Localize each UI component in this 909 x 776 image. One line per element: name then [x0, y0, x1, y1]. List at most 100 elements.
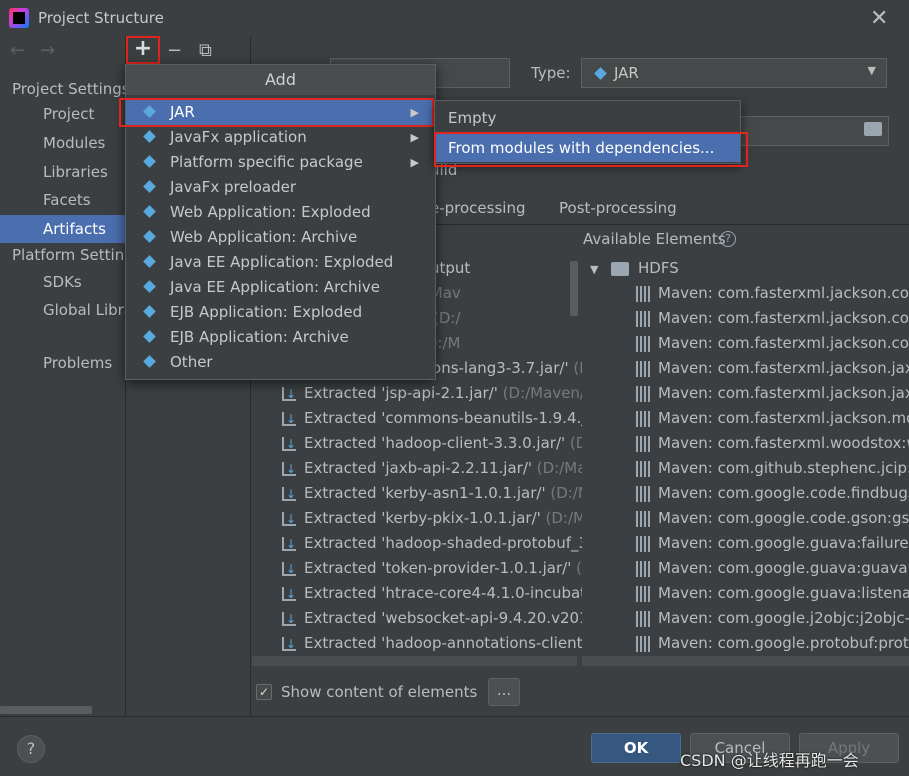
right-tree-row-name: Maven: com.github.stephenc.jcip:j	[658, 459, 909, 477]
add-menu-item[interactable]: Java EE Application: Archive	[126, 275, 435, 300]
add-menu-item[interactable]: EJB Application: Exploded	[126, 300, 435, 325]
output-directory-field[interactable]	[732, 116, 889, 146]
available-elements-tree: ▼ HDFS Maven: com.fasterxml.jackson.core…	[582, 256, 909, 666]
right-tree-row[interactable]: Maven: com.google.j2objc:j2objc-	[582, 606, 909, 631]
title-bar: Project Structure ✕	[0, 0, 909, 36]
library-icon	[636, 285, 652, 302]
section-project-settings: Project Settings	[12, 80, 130, 98]
add-menu-item-label: Web Application: Archive	[170, 228, 358, 246]
add-menu-item[interactable]: JavaFx preloader	[126, 175, 435, 200]
right-tree-hscroll[interactable]	[582, 656, 909, 666]
sidebar-item-problems[interactable]: Problems	[0, 349, 126, 377]
library-icon	[636, 510, 652, 527]
watermark: CSDN @让线程再跑一会	[680, 751, 859, 770]
right-tree-row[interactable]: Maven: com.google.guava:listenab	[582, 581, 909, 606]
right-tree-row-name: Maven: com.google.protobuf:prot	[658, 634, 909, 652]
extracted-jar-icon	[282, 432, 296, 456]
help-circle-icon[interactable]: ?	[720, 231, 736, 247]
left-tree-row[interactable]: Extracted 'websocket-api-9.4.20.v2019	[282, 606, 582, 631]
left-tree-row[interactable]: Extracted 'hadoop-client-3.3.0.jar/' (D:	[282, 431, 582, 456]
add-menu-item[interactable]: JavaFx application ▶	[126, 125, 435, 150]
right-tree-row[interactable]: Maven: com.github.stephenc.jcip:j	[582, 456, 909, 481]
right-tree-row[interactable]: Maven: com.google.protobuf:prot	[582, 631, 909, 656]
add-menu-item[interactable]: Web Application: Archive	[126, 225, 435, 250]
library-icon	[636, 385, 652, 402]
right-tree-row[interactable]: Maven: com.google.code.gson:gso	[582, 506, 909, 531]
tree-row-text: utput	[430, 259, 471, 277]
chevron-down-icon: ▼	[867, 64, 876, 77]
tree-root-hdfs[interactable]: ▼ HDFS	[582, 256, 909, 281]
extracted-jar-icon	[282, 582, 296, 606]
sidebar-item-modules[interactable]: Modules	[0, 129, 126, 157]
show-content-checkbox[interactable]: ✓	[256, 684, 272, 700]
extracted-jar-icon	[282, 382, 296, 406]
library-icon	[636, 635, 652, 652]
expand-arrow-icon[interactable]: ▼	[590, 263, 598, 276]
more-options-button[interactable]: ...	[488, 678, 520, 706]
add-menu-item[interactable]: Web Application: Exploded	[126, 200, 435, 225]
left-tree-row[interactable]: Extracted 'jaxb-api-2.2.11.jar/' (D:/Mav	[282, 456, 582, 481]
right-tree-row[interactable]: Maven: com.fasterxml.jackson.mod	[582, 406, 909, 431]
artifact-diamond-icon	[143, 155, 157, 169]
left-tree-row-path: (D:/Maven/r	[497, 384, 582, 402]
add-artifact-button[interactable]: +	[126, 36, 160, 64]
left-tree-row[interactable]: Extracted 'hadoop-shaded-protobuf_3	[282, 531, 582, 556]
left-tree-row[interactable]: Extracted 'htrace-core4-4.1.0-incubati	[282, 581, 582, 606]
add-menu-item[interactable]: EJB Application: Archive	[126, 325, 435, 350]
sidebar-item-project[interactable]: Project	[0, 100, 126, 128]
right-tree-row[interactable]: Maven: com.google.guava:guava:2	[582, 556, 909, 581]
right-tree-row[interactable]: Maven: com.fasterxml.jackson.core	[582, 281, 909, 306]
left-tree-row[interactable]: Extracted 'jsp-api-2.1.jar/' (D:/Maven/r	[282, 381, 582, 406]
application-artifact-icon	[143, 230, 157, 244]
left-tree-row[interactable]: Extracted 'kerby-pkix-1.0.1.jar/' (D:/M	[282, 506, 582, 531]
add-menu-item[interactable]: Other	[126, 350, 435, 375]
right-tree-row[interactable]: Maven: com.google.code.findbugs	[582, 481, 909, 506]
sidebar-item-libraries[interactable]: Libraries	[0, 158, 126, 186]
right-tree-row[interactable]: Maven: com.fasterxml.jackson.jaxrs	[582, 356, 909, 381]
sidebar-item-sdks[interactable]: SDKs	[0, 268, 126, 296]
left-tree-row-name: Extracted 'token-provider-1.0.1.jar/'	[304, 559, 572, 577]
right-tree-row[interactable]: Maven: com.fasterxml.jackson.jaxrs	[582, 381, 909, 406]
left-tree-row-name: Extracted 'htrace-core4-4.1.0-incubati	[304, 584, 582, 602]
submenu-item-empty[interactable]: Empty	[435, 104, 740, 132]
sidebar-scrollbar[interactable]	[0, 706, 92, 714]
tab-pre-processing[interactable]: e-processing	[430, 199, 525, 217]
type-select[interactable]: JAR ▼	[581, 58, 887, 88]
back-arrow-icon[interactable]: ←	[10, 40, 25, 61]
left-tree-row[interactable]: Extracted 'hadoop-annotations-client	[282, 631, 582, 656]
remove-artifact-icon[interactable]: −	[167, 40, 182, 61]
copy-artifact-icon[interactable]: ⧉	[199, 40, 212, 61]
add-menu-item[interactable]: Platform specific package ▶	[126, 150, 435, 175]
folder-icon[interactable]	[864, 122, 882, 136]
sidebar-item-facets[interactable]: Facets	[0, 186, 126, 214]
content-footer: ✓ Show content of elements ...	[252, 666, 909, 716]
close-icon[interactable]: ✕	[870, 6, 888, 31]
add-menu-item-label: Other	[170, 353, 213, 371]
forward-arrow-icon[interactable]: →	[40, 40, 55, 61]
left-tree-hscroll[interactable]	[252, 656, 577, 666]
sidebar-item-artifacts[interactable]: Artifacts	[0, 215, 126, 243]
type-label: Type:	[531, 64, 571, 82]
left-tree-row-name: Extracted 'hadoop-annotations-client	[304, 634, 582, 652]
right-tree-row-name: Maven: com.fasterxml.jackson.core	[658, 284, 909, 302]
right-tree-row[interactable]: Maven: com.google.guava:failurea	[582, 531, 909, 556]
ok-button[interactable]: OK	[591, 733, 681, 763]
left-tree-row[interactable]: Extracted 'commons-beanutils-1.9.4.ja	[282, 406, 582, 431]
help-button[interactable]: ?	[17, 735, 45, 763]
submenu-arrow-icon: ▶	[410, 156, 419, 169]
right-tree-row[interactable]: Maven: com.fasterxml.jackson.core	[582, 306, 909, 331]
left-tree-row-name: Extracted 'kerby-asn1-1.0.1.jar/'	[304, 484, 546, 502]
sidebar-item-global-libraries[interactable]: Global Libraries	[0, 296, 126, 324]
left-tree-scrollbar[interactable]	[570, 261, 578, 316]
right-tree-row[interactable]: Maven: com.fasterxml.jackson.core	[582, 331, 909, 356]
right-tree-row-name: Maven: com.google.guava:listenab	[658, 584, 909, 602]
library-icon	[636, 360, 652, 377]
add-menu-item-label: Java EE Application: Exploded	[170, 253, 394, 271]
tab-post-processing[interactable]: Post-processing	[559, 199, 677, 217]
add-menu-item[interactable]: Java EE Application: Exploded	[126, 250, 435, 275]
library-icon	[636, 535, 652, 552]
left-tree-row[interactable]: Extracted 'token-provider-1.0.1.jar/' (D	[282, 556, 582, 581]
left-tree-row-path: (D:/M	[550, 484, 582, 502]
left-tree-row[interactable]: Extracted 'kerby-asn1-1.0.1.jar/' (D:/M	[282, 481, 582, 506]
right-tree-row[interactable]: Maven: com.fasterxml.woodstox:w	[582, 431, 909, 456]
